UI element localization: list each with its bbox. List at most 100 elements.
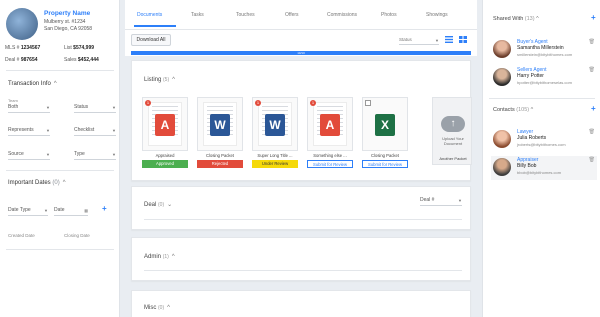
chevron-up-icon[interactable]: ^ bbox=[531, 107, 534, 113]
tab-documents[interactable]: Documents bbox=[137, 12, 162, 18]
list-view-icon[interactable] bbox=[445, 36, 453, 43]
important-dates-header[interactable]: Important Dates (0) ^ bbox=[8, 180, 66, 186]
date-type-placeholder: Date Type bbox=[8, 207, 31, 213]
tab-offers[interactable]: Offers bbox=[285, 12, 299, 18]
chevron-up-icon[interactable]: ^ bbox=[167, 305, 170, 311]
document-card[interactable]: X Closing Packet Submit for Review bbox=[362, 97, 408, 171]
chevron-up-icon[interactable]: ^ bbox=[172, 254, 175, 260]
person-email[interactable]: smillerstein@bitybithomes.com bbox=[517, 52, 572, 57]
divider bbox=[6, 249, 114, 250]
property-panel: Property Name Mulberry st. #1234 San Die… bbox=[0, 0, 120, 317]
avatar[interactable] bbox=[493, 40, 511, 58]
add-shared-icon[interactable]: + bbox=[591, 13, 596, 22]
document-status-badge[interactable]: Under Review bbox=[252, 160, 298, 168]
chevron-up-icon[interactable]: ^ bbox=[63, 180, 66, 186]
contacts-count: (105) bbox=[516, 107, 530, 113]
person-email[interactable]: hpotter@bitybithomeselas.com bbox=[517, 80, 572, 85]
dropdown-arrow-icon: ▼ bbox=[44, 208, 48, 213]
main-content: Documents Tasks Touches Offers Commissio… bbox=[125, 0, 477, 317]
list-label: List bbox=[64, 45, 72, 51]
dropdown-arrow-icon: ▼ bbox=[112, 152, 116, 157]
contact-card[interactable]: Appraiser Billy Bob bbob@bitybithomes.co… bbox=[491, 156, 597, 180]
property-name[interactable]: Property Name bbox=[44, 10, 90, 17]
list-value: $574,999 bbox=[73, 45, 95, 51]
team-select[interactable]: Both ▼ bbox=[8, 104, 50, 113]
property-photo[interactable] bbox=[6, 8, 38, 40]
trash-icon[interactable]: 🗑 bbox=[589, 39, 595, 45]
trash-icon[interactable]: 🗑 bbox=[589, 67, 595, 73]
shared-person-card[interactable]: Buyer's Agent Samantha Millerstein smill… bbox=[491, 38, 597, 62]
status-placeholder: Status bbox=[74, 104, 89, 110]
shared-person-card[interactable]: Sellers Agent Harry Potter hpotter@bityb… bbox=[491, 66, 597, 90]
date-input[interactable]: Date ▦ bbox=[54, 207, 88, 216]
tab-touches[interactable]: Touches bbox=[236, 12, 255, 18]
pdf-icon: A bbox=[320, 114, 340, 136]
shared-with-title: Shared With bbox=[493, 16, 524, 22]
listing-section: Listing (5) ^ A1 Appraised Approved W Clo… bbox=[131, 60, 472, 181]
person-email[interactable]: jroberts@bitybithomes.com bbox=[517, 142, 566, 147]
status-filter-select[interactable]: Status ▼ bbox=[399, 37, 439, 45]
admin-section: Admin (1) ^ bbox=[131, 237, 471, 281]
document-thumbnail[interactable]: A1 bbox=[142, 97, 188, 151]
trash-icon[interactable]: 🗑 bbox=[589, 129, 595, 135]
misc-header[interactable]: Misc (0) ^ bbox=[144, 305, 170, 311]
chevron-down-icon[interactable]: ⌄ bbox=[167, 202, 172, 208]
document-name: Super Long Title ... bbox=[257, 153, 293, 158]
avatar[interactable] bbox=[493, 130, 511, 148]
document-status-badge[interactable]: Approved bbox=[142, 160, 188, 168]
document-status-badge[interactable]: Rejected bbox=[197, 160, 243, 168]
trash-icon[interactable]: 🗑 bbox=[589, 157, 595, 163]
checklist-select[interactable]: Checklist ▼ bbox=[74, 127, 116, 136]
document-card[interactable]: A1 Appraised Approved bbox=[142, 97, 188, 171]
person-name: Julia Roberts bbox=[517, 135, 547, 141]
upload-document-tile[interactable]: ↑ Upload Your Document Another Packet bbox=[432, 97, 472, 165]
chevron-up-icon[interactable]: ^ bbox=[172, 77, 175, 83]
document-card[interactable]: A1 Something else ... Submit for Review bbox=[307, 97, 353, 171]
add-date-icon[interactable]: + bbox=[102, 204, 107, 213]
source-select[interactable]: Source ▼ bbox=[8, 151, 50, 160]
document-card[interactable]: W1 Super Long Title ... Under Review bbox=[252, 97, 298, 171]
avatar[interactable] bbox=[493, 158, 511, 176]
status-select[interactable]: Status ▼ bbox=[74, 104, 116, 113]
team-value: Both bbox=[8, 104, 19, 110]
chevron-up-icon[interactable]: ^ bbox=[536, 16, 539, 22]
document-card[interactable]: W Closing Packet Rejected bbox=[197, 97, 243, 171]
contacts-header[interactable]: Contacts (105) ^ bbox=[493, 107, 533, 113]
tab-commissions[interactable]: Commissions bbox=[327, 12, 357, 18]
chevron-up-icon[interactable]: ^ bbox=[54, 81, 57, 87]
download-all-button[interactable]: Download All bbox=[131, 34, 171, 46]
person-email[interactable]: bbob@bitybithomes.com bbox=[517, 170, 561, 175]
list-price-field: List $574,999 bbox=[64, 45, 94, 51]
shared-with-header[interactable]: Shared With (13) ^ bbox=[493, 16, 539, 22]
important-dates-title: Important Dates bbox=[8, 180, 51, 186]
excel-icon: X bbox=[375, 114, 395, 136]
deal-header[interactable]: Deal (0) ⌄ bbox=[144, 201, 172, 208]
sales-label: Sales bbox=[64, 57, 77, 63]
admin-header[interactable]: Admin (1) ^ bbox=[144, 254, 175, 260]
represents-select[interactable]: Represents ▼ bbox=[8, 127, 50, 136]
team-label: Team bbox=[8, 98, 18, 103]
add-contact-icon[interactable]: + bbox=[591, 104, 596, 113]
document-name: Closing Packet bbox=[371, 153, 399, 158]
document-thumbnail[interactable]: W1 bbox=[252, 97, 298, 151]
tab-photos[interactable]: Photos bbox=[381, 12, 397, 18]
submit-for-review-button[interactable]: Submit for Review bbox=[362, 160, 408, 168]
document-thumbnail[interactable]: X bbox=[362, 97, 408, 151]
submit-for-review-button[interactable]: Submit for Review bbox=[307, 160, 353, 168]
tab-showings[interactable]: Showings bbox=[426, 12, 448, 18]
contact-card[interactable]: Lawyer Julia Roberts jroberts@bitybithom… bbox=[491, 128, 597, 152]
transaction-info-header[interactable]: Transaction Info ^ bbox=[8, 81, 57, 87]
tab-tasks[interactable]: Tasks bbox=[191, 12, 204, 18]
date-type-select[interactable]: Date Type ▼ bbox=[8, 207, 48, 216]
calendar-icon[interactable]: ▦ bbox=[84, 208, 88, 213]
deal-number-select[interactable]: Deal # ▼ bbox=[420, 197, 462, 206]
document-name: Appraised bbox=[155, 153, 175, 158]
document-thumbnail[interactable]: A1 bbox=[307, 97, 353, 151]
document-thumbnail[interactable]: W bbox=[197, 97, 243, 151]
grid-view-icon[interactable] bbox=[459, 36, 467, 43]
select-checkbox[interactable] bbox=[365, 100, 371, 106]
listing-header[interactable]: Listing (5) ^ bbox=[144, 77, 175, 83]
avatar[interactable] bbox=[493, 68, 511, 86]
type-select[interactable]: Type ▼ bbox=[74, 151, 116, 160]
mls-field: MLS # 1234567 bbox=[5, 45, 40, 51]
